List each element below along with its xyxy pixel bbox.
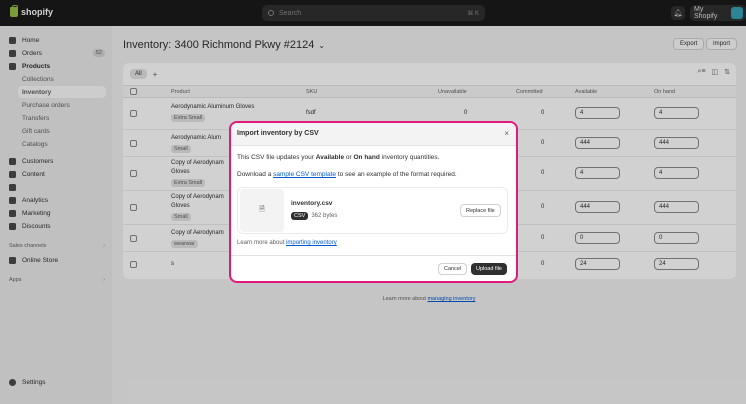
modal-learn-more: Learn more about importing inventory xyxy=(237,240,337,246)
file-icon: 🗎︎ xyxy=(240,189,284,232)
modal-template-line: Download a sample CSV template to see an… xyxy=(237,171,457,178)
file-meta: CSV 362 bytes xyxy=(291,212,337,220)
upload-file-button[interactable]: Upload file xyxy=(471,263,507,275)
replace-file-button[interactable]: Replace file xyxy=(460,204,501,217)
file-type-badge: CSV xyxy=(291,212,309,220)
close-icon[interactable]: × xyxy=(504,129,509,138)
cancel-button[interactable]: Cancel xyxy=(438,263,468,275)
desc-onhand: On hand xyxy=(353,154,380,161)
selected-file-box: 🗎︎ inventory.csv CSV 362 bytes Replace f… xyxy=(237,187,508,234)
modal-header: Import inventory by CSV × xyxy=(231,123,516,146)
template-suffix: to see an example of the format required… xyxy=(336,171,457,178)
file-name: inventory.csv xyxy=(291,200,333,207)
import-csv-modal: Import inventory by CSV × This CSV file … xyxy=(229,121,518,283)
learn-prefix: Learn more about xyxy=(237,240,287,246)
template-prefix: Download a xyxy=(237,171,274,178)
importing-inventory-link[interactable]: importing inventory xyxy=(286,240,337,246)
modal-description: This CSV file updates your Available or … xyxy=(237,154,439,161)
desc-available: Available xyxy=(315,154,345,161)
file-size: 362 bytes xyxy=(311,213,338,219)
desc-prefix: This CSV file updates your xyxy=(237,154,316,161)
modal-footer: Cancel Upload file xyxy=(231,255,516,281)
desc-suffix: inventory quantities. xyxy=(379,154,440,161)
sample-csv-template-link[interactable]: sample CSV template xyxy=(273,171,336,178)
modal-title: Import inventory by CSV xyxy=(237,130,319,137)
